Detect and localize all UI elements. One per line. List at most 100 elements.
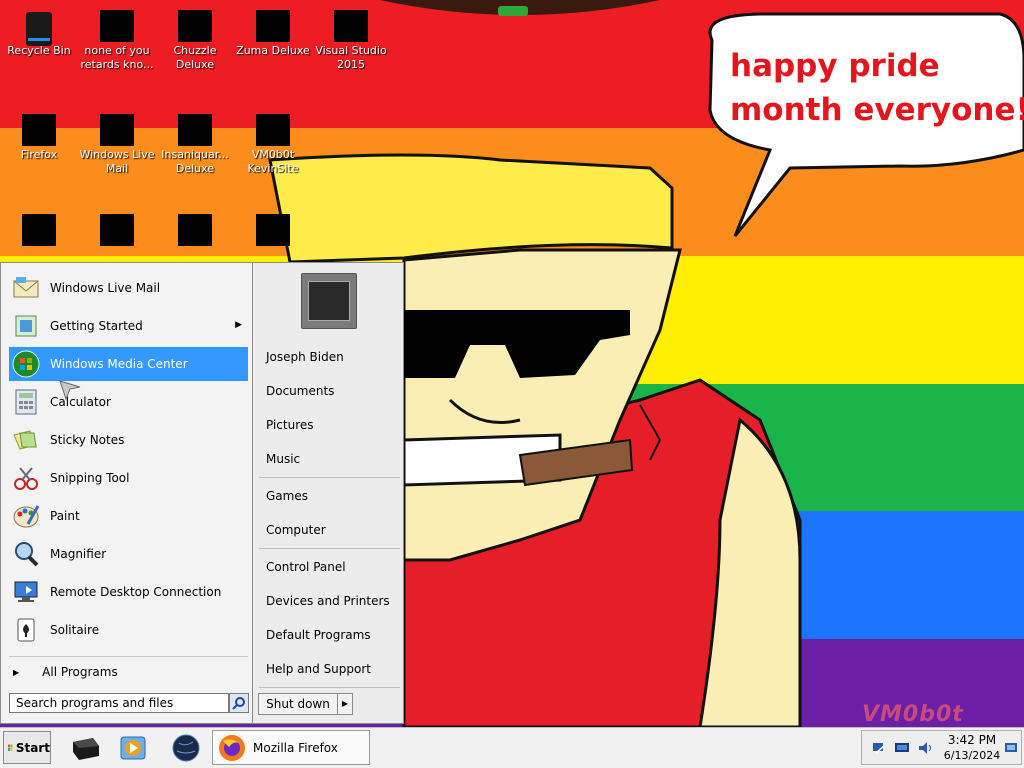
censored-icon <box>334 6 374 42</box>
all-programs-label: All Programs <box>42 665 118 679</box>
start-menu-programs-pane: Windows Live Mail Getting Started ▶ Wind… <box>0 262 253 724</box>
calculator-icon <box>11 387 41 417</box>
start-right-computer[interactable]: Computer <box>266 520 326 540</box>
desktop-icon-zuma-deluxe[interactable]: Zuma Deluxe <box>234 4 312 58</box>
display-icon[interactable] <box>894 741 910 755</box>
censored-icon <box>22 212 64 246</box>
remote-desktop-icon <box>11 577 41 607</box>
task-label: Mozilla Firefox <box>253 740 338 755</box>
start-right-user[interactable]: Joseph Biden <box>266 347 344 367</box>
start-right-music[interactable]: Music <box>266 449 300 469</box>
censored-icon <box>100 6 146 42</box>
desktop-icon-row3-4[interactable] <box>234 208 312 248</box>
start-right-devices-printers[interactable]: Devices and Printers <box>266 591 390 611</box>
paint-icon <box>11 501 41 531</box>
speech-bubble-text: happy pride month everyone! <box>730 48 1024 128</box>
all-programs-arrow-icon: ▶ <box>13 667 20 677</box>
start-item-magnifier[interactable]: Magnifier <box>9 537 248 571</box>
start-item-getting-started[interactable]: Getting Started ▶ <box>9 309 248 343</box>
clock-date[interactable]: 6/13/2024 <box>942 749 1002 762</box>
all-programs-button[interactable]: ▶ All Programs <box>9 661 248 683</box>
search-button[interactable] <box>229 693 249 713</box>
start-button[interactable]: Start <box>3 731 51 764</box>
desktop-icon-row3-3[interactable] <box>156 208 234 248</box>
desktop-icon-visual-studio-2015[interactable]: Visual Studio 2015 <box>312 4 390 72</box>
solitaire-icon <box>11 615 41 645</box>
start-item-label: Windows Live Mail <box>50 281 161 295</box>
media-player-icon <box>120 736 146 759</box>
desktop-icon-chuzzle-deluxe[interactable]: Chuzzle Deluxe <box>156 4 234 72</box>
censored-icon <box>256 212 296 246</box>
file-explorer-icon <box>73 737 99 760</box>
snipping-tool-icon <box>11 463 41 493</box>
desktop-icon-label: none of you retards kno... <box>80 44 154 71</box>
start-right-pictures[interactable]: Pictures <box>266 415 314 435</box>
start-item-label: Solitaire <box>50 623 100 637</box>
start-item-calculator[interactable]: Calculator <box>9 385 248 419</box>
taskbar-task-firefox[interactable]: Mozilla Firefox <box>212 730 370 765</box>
start-item-paint[interactable]: Paint <box>9 499 248 533</box>
censored-icon <box>100 212 140 246</box>
volume-icon[interactable] <box>918 741 934 755</box>
start-item-label: Remote Desktop Connection <box>50 585 222 599</box>
places-separator <box>259 687 400 688</box>
start-item-solitaire[interactable]: Solitaire <box>9 613 248 647</box>
desktop-icon-label: Insaniquar... Deluxe <box>161 148 229 175</box>
censored-icon <box>178 8 212 42</box>
desktop-icon-firefox[interactable]: Firefox <box>0 108 78 162</box>
desktop-icon-label: Visual Studio 2015 <box>315 44 387 71</box>
desktop-icon-label: Zuma Deluxe <box>236 44 310 57</box>
desktop-icon-label: Chuzzle Deluxe <box>173 44 217 71</box>
taskbar-pin-explorer[interactable] <box>68 731 102 764</box>
places-separator <box>259 548 400 549</box>
desktop-icon-insaniquarium-deluxe[interactable]: Insaniquar... Deluxe <box>156 108 234 176</box>
start-item-label: Magnifier <box>50 547 107 561</box>
desktop-icon-row3-2[interactable] <box>78 208 156 248</box>
mouse-cursor-icon <box>59 380 81 401</box>
recycle-bin-icon <box>22 8 56 46</box>
wallpaper-signature: VM0b0t <box>862 702 964 727</box>
desktop-icon-windows-live-mail[interactable]: Windows Live Mail <box>78 108 156 176</box>
start-right-games[interactable]: Games <box>266 486 308 506</box>
start-right-default-programs[interactable]: Default Programs <box>266 625 371 645</box>
clock-time[interactable]: 3:42 PM <box>942 733 1002 747</box>
taskbar-pin-globe[interactable] <box>169 731 203 764</box>
start-item-windows-live-mail[interactable]: Windows Live Mail <box>9 271 248 305</box>
programs-separator <box>9 656 248 657</box>
start-label: Start <box>15 740 50 755</box>
taskbar: Start Mozilla Firefox 3:42 PM 6/13/2024 <box>0 727 1024 768</box>
sticky-notes-icon <box>11 425 41 455</box>
start-item-remote-desktop[interactable]: Remote Desktop Connection <box>9 575 248 609</box>
start-item-label: Snipping Tool <box>50 471 130 485</box>
desktop-icon-row3-1[interactable] <box>0 208 78 248</box>
censored-icon <box>178 212 220 246</box>
search-icon <box>232 697 245 710</box>
start-right-documents[interactable]: Documents <box>266 381 334 401</box>
desktop-icon-vm0b0t-kevinsite[interactable]: VM0b0t KevinSite <box>234 108 312 176</box>
getting-started-icon <box>11 311 41 341</box>
start-right-control-panel[interactable]: Control Panel <box>266 557 346 577</box>
desktop-icon-none-of-you-shortcut[interactable]: none of you retards kno... <box>78 4 156 72</box>
network-icon[interactable] <box>872 741 886 755</box>
start-item-sticky-notes[interactable]: Sticky Notes <box>9 423 248 457</box>
shutdown-button[interactable]: Shut down <box>258 693 338 715</box>
show-desktop-icon[interactable] <box>1004 741 1018 755</box>
desktop-icon-recycle-bin[interactable]: Recycle Bin <box>0 4 78 58</box>
start-item-label: Paint <box>50 509 80 523</box>
start-right-help-support[interactable]: Help and Support <box>266 659 371 679</box>
start-search-input[interactable]: Search programs and files <box>9 693 229 713</box>
censored-icon <box>22 112 64 146</box>
magnifier-icon <box>11 539 41 569</box>
censored-icon <box>256 6 296 42</box>
censored-icon <box>178 112 220 146</box>
start-item-snipping-tool[interactable]: Snipping Tool <box>9 461 248 495</box>
start-item-windows-media-center[interactable]: Windows Media Center <box>9 347 248 381</box>
shutdown-options-arrow-icon[interactable]: ▶ <box>337 693 353 715</box>
user-picture[interactable] <box>301 273 357 329</box>
globe-icon <box>172 734 200 761</box>
taskbar-pin-media-player[interactable] <box>116 731 150 764</box>
firefox-icon <box>219 734 245 761</box>
desktop-icon-label: Firefox <box>20 148 58 161</box>
windows-logo-icon <box>8 744 13 751</box>
system-tray: 3:42 PM 6/13/2024 <box>861 730 1022 765</box>
